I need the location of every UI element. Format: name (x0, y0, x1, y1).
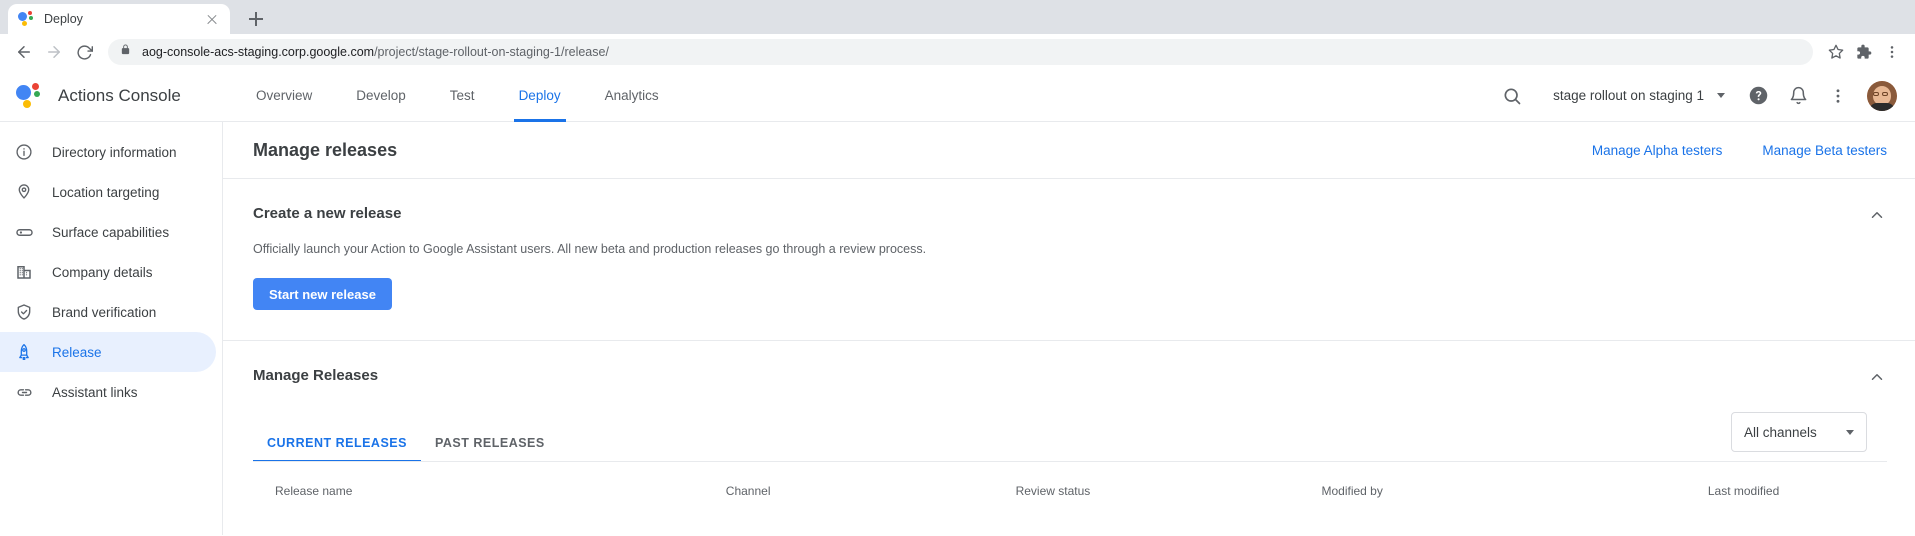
browser-chrome: Deploy aog-console-acs-staging.corp.goog… (0, 0, 1915, 70)
column-header-channel: Channel (726, 484, 1016, 498)
releases-table: Release name Channel Review status Modif… (253, 484, 1887, 512)
main-content: Manage releases Manage Alpha testers Man… (223, 122, 1915, 535)
location-pin-icon (14, 182, 34, 202)
star-icon[interactable] (1823, 39, 1849, 65)
search-icon[interactable] (1495, 79, 1529, 113)
shield-check-icon (14, 302, 34, 322)
address-bar[interactable]: aog-console-acs-staging.corp.google.com/… (108, 39, 1813, 65)
url-path: /project/stage-rollout-on-staging-1/rele… (374, 45, 609, 59)
chevron-down-icon (1846, 430, 1854, 435)
sidebar-item-label: Surface capabilities (52, 225, 169, 240)
device-icon (14, 222, 34, 242)
sidebar-item-assistant-links[interactable]: Assistant links (0, 372, 216, 412)
back-arrow-icon[interactable] (10, 38, 38, 66)
app-header: Actions Console Overview Develop Test De… (0, 70, 1915, 122)
bell-icon[interactable] (1781, 79, 1815, 113)
avatar[interactable] (1867, 81, 1897, 111)
tab-current-releases[interactable]: CURRENT RELEASES (253, 436, 421, 462)
chevron-up-icon[interactable] (1865, 365, 1889, 389)
tab-strip: Deploy (0, 0, 1915, 34)
forward-arrow-icon (40, 38, 68, 66)
header-links: Manage Alpha testers Manage Beta testers (1592, 143, 1887, 158)
three-dot-menu-icon[interactable] (1879, 39, 1905, 65)
channel-filter-select[interactable]: All channels (1731, 412, 1867, 452)
release-tabs: CURRENT RELEASES PAST RELEASES All chann… (253, 412, 1887, 462)
start-new-release-button[interactable]: Start new release (253, 278, 392, 310)
column-header-last-modified: Last modified (1708, 484, 1885, 498)
sidebar-item-label: Location targeting (52, 185, 159, 200)
manage-releases-section: Manage Releases CURRENT RELEASES PAST RE… (223, 340, 1915, 535)
tab-title: Deploy (44, 12, 194, 26)
close-icon[interactable] (204, 11, 220, 27)
project-name: stage rollout on staging 1 (1553, 88, 1704, 103)
help-icon[interactable] (1741, 79, 1775, 113)
sidebar-item-location-targeting[interactable]: Location targeting (0, 172, 216, 212)
three-dot-menu-icon[interactable] (1821, 79, 1855, 113)
section-title: Create a new release (253, 205, 1887, 222)
nav-tab-analytics[interactable]: Analytics (583, 70, 681, 122)
google-assistant-favicon-icon (18, 11, 34, 27)
body: Directory information Location targeting… (0, 122, 1915, 535)
brand-name: Actions Console (58, 86, 181, 106)
google-assistant-logo-icon (16, 83, 42, 109)
lock-icon (120, 43, 131, 61)
building-icon (14, 262, 34, 282)
page-title: Manage releases (253, 140, 397, 161)
sidebar-item-label: Release (52, 345, 102, 360)
column-header-release-name: Release name (275, 484, 726, 498)
section-description: Officially launch your Action to Google … (253, 242, 1887, 256)
puzzle-icon[interactable] (1851, 39, 1877, 65)
create-release-section: Create a new release Officially launch y… (223, 178, 1915, 340)
sidebar-item-label: Brand verification (52, 305, 156, 320)
sidebar-item-surface-capabilities[interactable]: Surface capabilities (0, 212, 216, 252)
new-tab-button[interactable] (242, 5, 270, 33)
sidebar-item-label: Company details (52, 265, 153, 280)
column-header-review-status: Review status (1016, 484, 1322, 498)
sidebar-item-company-details[interactable]: Company details (0, 252, 216, 292)
browser-toolbar: aog-console-acs-staging.corp.google.com/… (0, 34, 1915, 70)
chevron-up-icon[interactable] (1865, 203, 1889, 227)
sidebar-item-label: Directory information (52, 145, 177, 160)
section-title: Manage Releases (253, 367, 1887, 384)
sidebar-item-label: Assistant links (52, 385, 138, 400)
tabs-divider (253, 461, 1887, 462)
sidebar-item-directory-information[interactable]: Directory information (0, 132, 216, 172)
manage-alpha-testers-link[interactable]: Manage Alpha testers (1592, 143, 1723, 158)
brand[interactable]: Actions Console (16, 83, 220, 109)
nav-tab-develop[interactable]: Develop (334, 70, 428, 122)
chevron-down-icon (1717, 93, 1725, 98)
nav-tab-deploy[interactable]: Deploy (497, 70, 583, 122)
reload-icon[interactable] (70, 38, 98, 66)
browser-tab[interactable]: Deploy (8, 4, 230, 34)
nav-tab-overview[interactable]: Overview (234, 70, 334, 122)
info-icon (14, 142, 34, 162)
table-header-row: Release name Channel Review status Modif… (253, 484, 1887, 512)
sidebar: Directory information Location targeting… (0, 122, 223, 535)
url-host: aog-console-acs-staging.corp.google.com (142, 45, 374, 59)
manage-beta-testers-link[interactable]: Manage Beta testers (1762, 143, 1887, 158)
sidebar-item-brand-verification[interactable]: Brand verification (0, 292, 216, 332)
sidebar-item-release[interactable]: Release (0, 332, 216, 372)
main-nav: Overview Develop Test Deploy Analytics (234, 70, 681, 122)
header-actions: stage rollout on staging 1 (1495, 79, 1897, 113)
nav-tab-test[interactable]: Test (428, 70, 497, 122)
url-text: aog-console-acs-staging.corp.google.com/… (142, 45, 609, 59)
rocket-icon (14, 342, 34, 362)
content-header: Manage releases Manage Alpha testers Man… (223, 122, 1915, 178)
tab-past-releases[interactable]: PAST RELEASES (421, 436, 559, 462)
project-selector[interactable]: stage rollout on staging 1 (1535, 88, 1735, 103)
channel-filter-value: All channels (1744, 425, 1817, 440)
column-header-modified-by: Modified by (1321, 484, 1707, 498)
link-icon (14, 382, 34, 402)
